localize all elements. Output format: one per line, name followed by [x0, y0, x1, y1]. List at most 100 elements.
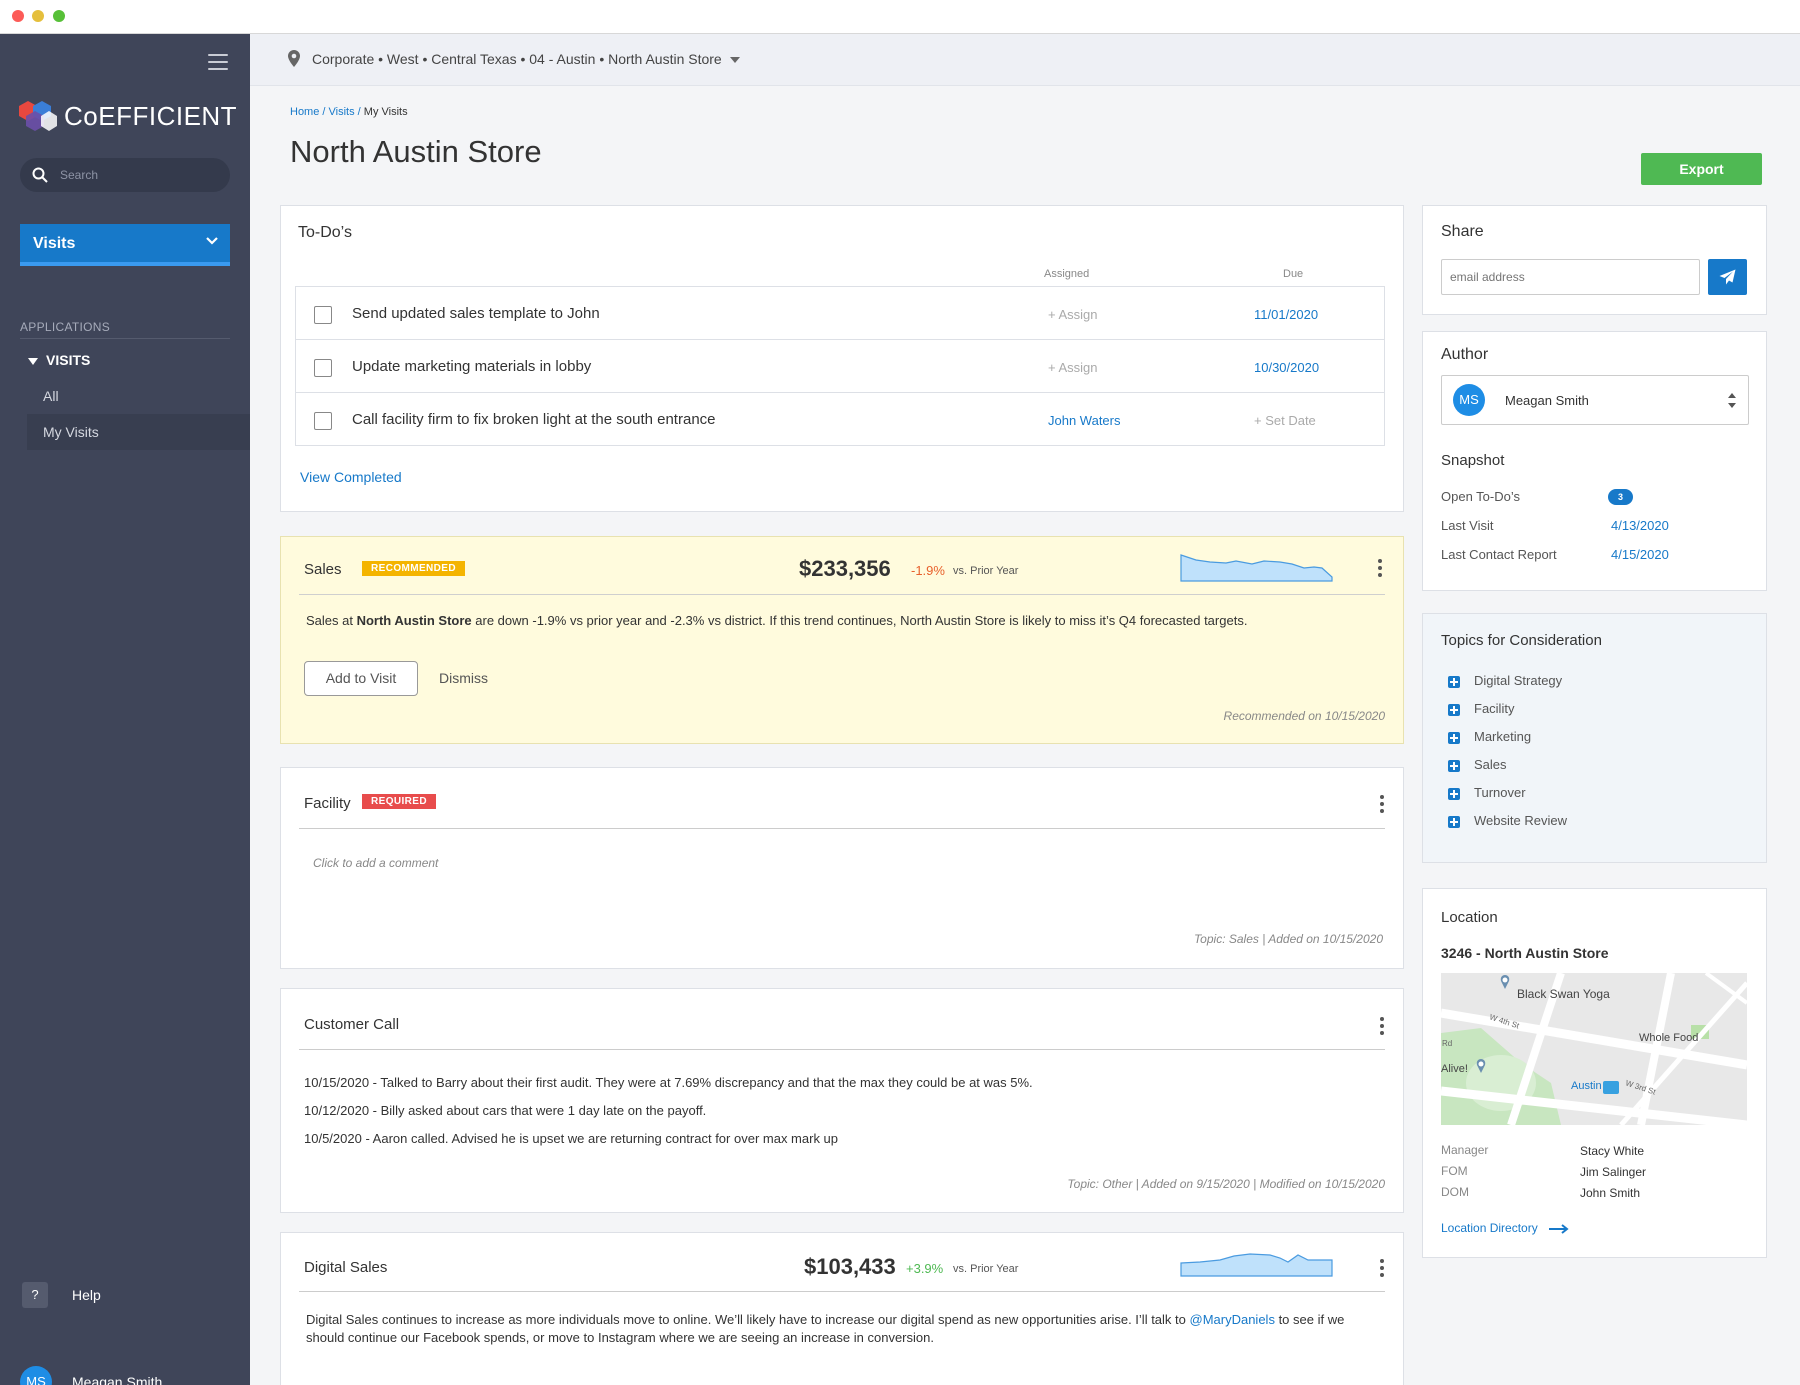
- add-topic-icon[interactable]: [1448, 787, 1460, 800]
- sidebar-section-visits[interactable]: VISITS: [28, 352, 90, 368]
- last-contact-label: Last Contact Report: [1441, 547, 1557, 562]
- digital-sales-compare-label: vs. Prior Year: [953, 1263, 1019, 1275]
- divider: [299, 594, 1385, 595]
- visits-dropdown[interactable]: Visits: [20, 224, 230, 266]
- send-button[interactable]: [1708, 259, 1747, 295]
- customer-call-title: Customer Call: [304, 1016, 400, 1033]
- location-title: Location: [1441, 909, 1498, 926]
- minimize-window-button[interactable]: [32, 10, 44, 22]
- close-window-button[interactable]: [12, 10, 24, 22]
- menu-icon[interactable]: [208, 54, 228, 70]
- author-name: Meagan Smith: [1505, 393, 1589, 408]
- assign-link[interactable]: + Assign: [1048, 307, 1098, 322]
- map-poi-label: Austin: [1571, 1080, 1602, 1092]
- help-icon[interactable]: ?: [22, 1282, 48, 1308]
- breadcrumb-home[interactable]: Home: [290, 106, 319, 118]
- applications-label: APPLICATIONS: [20, 320, 111, 334]
- topic-item[interactable]: Marketing: [1448, 729, 1531, 744]
- sales-sparkline: [1180, 554, 1333, 582]
- set-date-link[interactable]: + Set Date: [1254, 413, 1316, 428]
- more-options-icon[interactable]: [1380, 1259, 1384, 1280]
- send-icon: [1719, 269, 1736, 285]
- topic-item[interactable]: Website Review: [1448, 813, 1567, 828]
- email-input[interactable]: [1441, 259, 1700, 295]
- divider: [20, 338, 230, 339]
- brand-logo: CoEFFICIENT: [18, 99, 237, 133]
- sidebar-item-all[interactable]: All: [43, 388, 59, 404]
- facility-card: Facility REQUIRED Click to add a comment…: [280, 767, 1404, 969]
- assignee-link[interactable]: John Waters: [1048, 413, 1121, 428]
- sidebar-section-label: VISITS: [46, 352, 91, 368]
- location-selector[interactable]: Corporate • West • Central Texas • 04 - …: [312, 51, 740, 67]
- topic-label: Facility: [1474, 701, 1515, 716]
- maximize-window-button[interactable]: [53, 10, 65, 22]
- dismiss-button[interactable]: Dismiss: [439, 670, 488, 686]
- add-topic-icon[interactable]: [1448, 759, 1460, 772]
- sales-desc-store: North Austin Store: [356, 613, 472, 628]
- todo-checkbox[interactable]: [314, 412, 332, 430]
- user-avatar[interactable]: MS: [20, 1366, 52, 1385]
- customer-call-meta: Topic: Other | Added on 9/15/2020 | Modi…: [1067, 1177, 1385, 1191]
- last-visit-link[interactable]: 4/13/2020: [1611, 518, 1669, 533]
- snapshot-title: Snapshot: [1441, 452, 1505, 469]
- topic-item[interactable]: Turnover: [1448, 785, 1526, 800]
- divider: [299, 1049, 1385, 1050]
- todo-checkbox[interactable]: [314, 306, 332, 324]
- mention-link[interactable]: @MaryDaniels: [1190, 1312, 1275, 1327]
- fom-name: Jim Salinger: [1580, 1165, 1647, 1179]
- sort-arrows-icon: [1728, 393, 1736, 408]
- topic-item[interactable]: Facility: [1448, 701, 1514, 716]
- location-path: Corporate • West • Central Texas • 04 - …: [312, 51, 722, 67]
- topic-item[interactable]: Sales: [1448, 757, 1507, 772]
- help-link[interactable]: Help: [72, 1287, 101, 1303]
- due-header: Due: [1283, 268, 1304, 280]
- add-to-visit-button[interactable]: Add to Visit: [304, 661, 418, 696]
- digital-sales-card: Digital Sales $103,433 +3.9% vs. Prior Y…: [280, 1232, 1404, 1385]
- call-note: 10/5/2020 - Aaron called. Advised he is …: [304, 1131, 839, 1146]
- digital-sales-sparkline: [1180, 1253, 1333, 1277]
- sales-desc-text: are down -1.9% vs prior year and -2.3% v…: [471, 613, 1248, 628]
- fom-label: FOM: [1441, 1164, 1468, 1178]
- location-map[interactable]: Black Swan Yoga Whole Food Alive! Austin…: [1441, 973, 1747, 1125]
- sidebar: CoEFFICIENT Search Visits APPLICATIONS V…: [0, 34, 250, 1385]
- breadcrumb-visits[interactable]: / Visits: [322, 106, 354, 118]
- add-topic-icon[interactable]: [1448, 731, 1460, 744]
- export-button[interactable]: Export: [1641, 153, 1762, 185]
- more-options-icon[interactable]: [1378, 559, 1382, 580]
- topic-item[interactable]: Digital Strategy: [1448, 673, 1562, 688]
- dom-name: John Smith: [1580, 1186, 1641, 1200]
- page-title: North Austin Store: [290, 134, 542, 169]
- todo-due-date[interactable]: 11/01/2020: [1254, 307, 1318, 322]
- location-card: Location 3246 - North Austin Store Black…: [1422, 888, 1767, 1258]
- last-visit-label: Last Visit: [1441, 518, 1494, 533]
- sales-title: Sales: [304, 561, 342, 578]
- assign-link[interactable]: + Assign: [1048, 360, 1098, 375]
- open-todos-count-badge: 3: [1608, 489, 1633, 505]
- topic-label: Marketing: [1474, 729, 1532, 744]
- last-contact-link[interactable]: 4/15/2020: [1611, 547, 1669, 562]
- divider: [299, 1291, 1385, 1292]
- todo-text: Send updated sales template to John: [352, 305, 600, 322]
- facility-meta: Topic: Sales | Added on 10/15/2020: [1193, 932, 1383, 946]
- todo-checkbox[interactable]: [314, 359, 332, 377]
- author-select[interactable]: MS Meagan Smith: [1441, 375, 1749, 425]
- sidebar-item-my-visits[interactable]: My Visits: [27, 414, 250, 450]
- todo-due-date[interactable]: 10/30/2020: [1254, 360, 1319, 375]
- view-completed-link[interactable]: View Completed: [300, 469, 402, 485]
- location-directory-link[interactable]: Location Directory: [1441, 1221, 1569, 1235]
- map-poi-label: Whole Food: [1639, 1032, 1699, 1044]
- call-note: 10/15/2020 - Talked to Barry about their…: [304, 1075, 1033, 1090]
- call-note: 10/12/2020 - Billy asked about cars that…: [304, 1103, 707, 1118]
- more-options-icon[interactable]: [1380, 795, 1384, 816]
- todo-row: Update marketing materials in lobby + As…: [295, 339, 1385, 393]
- add-topic-icon[interactable]: [1448, 815, 1460, 828]
- user-name[interactable]: Meagan Smith: [72, 1374, 162, 1385]
- add-topic-icon[interactable]: [1448, 675, 1460, 688]
- sidebar-search[interactable]: Search: [20, 158, 230, 192]
- add-topic-icon[interactable]: [1448, 703, 1460, 716]
- todo-text: Call facility firm to fix broken light a…: [352, 411, 716, 428]
- open-todos-label: Open To-Do’s: [1441, 489, 1521, 504]
- more-options-icon[interactable]: [1380, 1017, 1384, 1038]
- comment-input[interactable]: Click to add a comment: [313, 856, 438, 870]
- store-name: 3246 - North Austin Store: [1441, 945, 1609, 961]
